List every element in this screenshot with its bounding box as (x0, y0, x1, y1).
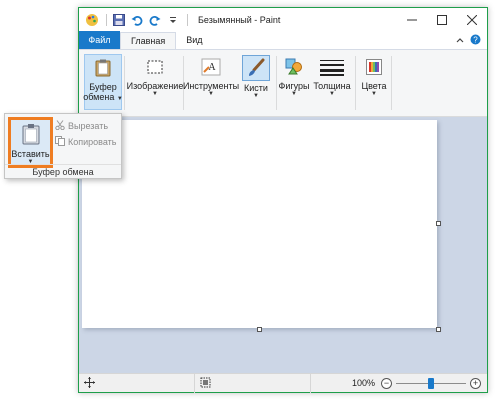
copy-label: Копировать (68, 137, 117, 147)
clipboard-label-1: Буфер (89, 82, 117, 92)
cut-label: Вырезать (68, 121, 109, 131)
tools-button[interactable]: A Инструменты ▼ (182, 54, 240, 112)
selection-size-icon (200, 377, 211, 390)
undo-icon[interactable] (129, 12, 145, 28)
copy-button[interactable]: Копировать (55, 136, 116, 148)
tools-label: Инструменты (182, 81, 240, 91)
zoom-in-icon[interactable]: + (470, 377, 481, 389)
selection-size-cell (195, 373, 311, 393)
clipboard-group-caption: Буфер обмена (5, 164, 121, 177)
help-icon[interactable]: ? (470, 34, 481, 47)
chevron-down-icon: ▼ (371, 91, 377, 97)
copy-icon (55, 136, 65, 148)
group-separator (391, 56, 392, 110)
chevron-down-icon: ▼ (291, 91, 297, 97)
chevron-down-icon: ▼ (253, 93, 259, 99)
resize-handle-corner[interactable] (436, 327, 441, 332)
image-label: Изображение (126, 81, 184, 91)
clipboard-icon (92, 57, 114, 79)
select-icon (144, 56, 166, 78)
collapse-ribbon-icon[interactable] (456, 35, 464, 45)
customize-icon[interactable] (165, 12, 181, 28)
paint-window: Безымянный - Paint Файл Главная Вид ? Бу… (78, 7, 488, 393)
tab-view[interactable]: Вид (176, 31, 212, 49)
workspace (79, 117, 487, 373)
minimize-icon[interactable] (397, 8, 427, 31)
ribbon: Буфер обмена ▼ Изображение ▼ A Инструмен… (79, 50, 487, 117)
image-button[interactable]: Изображение ▼ (125, 54, 185, 112)
colors-label: Цвета (361, 81, 387, 91)
shapes-button[interactable]: Фигуры ▼ (277, 54, 311, 112)
zoom-slider[interactable] (396, 377, 466, 389)
shapes-icon (283, 56, 305, 78)
chevron-down-icon: ▼ (208, 91, 214, 97)
paint-app-icon[interactable] (84, 12, 100, 28)
size-label: Толщина (313, 81, 351, 91)
clipboard-button[interactable]: Буфер обмена ▼ (83, 54, 123, 110)
tab-home[interactable]: Главная (120, 32, 177, 49)
save-icon[interactable] (111, 12, 127, 28)
close-icon[interactable] (457, 8, 487, 31)
ribbon-tabs: Файл Главная Вид ? (79, 31, 487, 50)
svg-text:?: ? (473, 35, 478, 44)
zoom-out-icon[interactable]: − (381, 377, 392, 389)
clipboard-flyout: Вставить ▼ Вырезать Копировать Буфер обм… (4, 113, 122, 179)
chevron-down-icon: ▼ (152, 91, 158, 97)
brush-icon (242, 55, 270, 81)
size-icon (319, 56, 345, 78)
quick-access-toolbar (79, 8, 192, 31)
cut-icon (55, 120, 65, 132)
colors-icon (363, 56, 385, 78)
resize-handle-bottom[interactable] (257, 327, 262, 332)
qa-separator-2 (187, 13, 188, 26)
tools-icon: A (200, 56, 222, 78)
title-bar: Безымянный - Paint (79, 8, 487, 31)
move-cursor-icon (84, 376, 95, 390)
zoom-controls: 100% − + (351, 377, 487, 389)
colors-button[interactable]: Цвета ▼ (357, 54, 391, 112)
size-button[interactable]: Толщина ▼ (311, 54, 353, 112)
chevron-down-icon: ▼ (329, 91, 335, 97)
svg-text:A: A (208, 62, 216, 73)
brushes-label: Кисти (244, 83, 268, 93)
zoom-slider-thumb[interactable] (428, 377, 434, 389)
drawing-canvas[interactable] (82, 120, 437, 328)
clipboard-label-2: обмена ▼ (83, 92, 123, 102)
group-separator (355, 56, 356, 110)
ribbon-right-controls: ? (456, 31, 487, 49)
cut-button[interactable]: Вырезать (55, 120, 108, 132)
cursor-position-cell (79, 373, 195, 393)
window-title: Безымянный - Paint (198, 14, 281, 25)
paste-icon (22, 123, 40, 147)
paste-label: Вставить (11, 149, 50, 159)
shapes-label: Фигуры (278, 81, 310, 91)
brushes-button[interactable]: Кисти ▼ (239, 54, 273, 112)
resize-handle-right[interactable] (436, 221, 441, 226)
window-controls (397, 8, 487, 31)
tab-file[interactable]: Файл (79, 31, 120, 49)
maximize-icon[interactable] (427, 8, 457, 31)
redo-icon[interactable] (147, 12, 163, 28)
paste-button[interactable]: Вставить ▼ (8, 117, 53, 168)
qa-separator (106, 13, 107, 26)
status-bar: 100% − + (79, 373, 487, 393)
zoom-level: 100% (351, 378, 375, 388)
